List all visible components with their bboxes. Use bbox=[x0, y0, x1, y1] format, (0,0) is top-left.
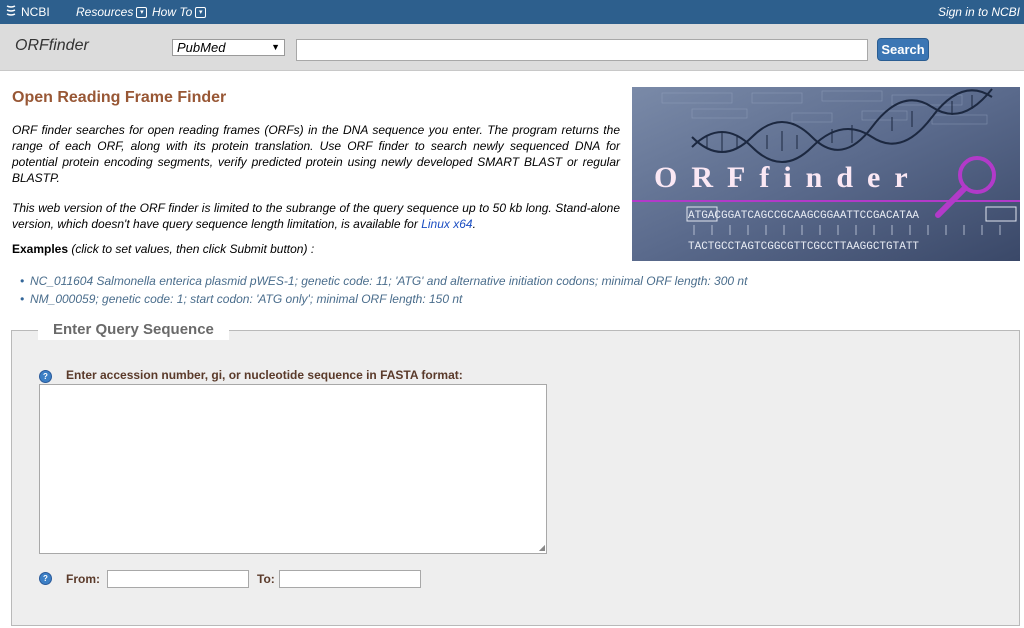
orffinder-banner: ORFfinder ATGACGGATCAGCCGCAAGCGGAATTCCGA… bbox=[632, 87, 1020, 261]
examples-hint: (click to set values, then click Submit … bbox=[68, 242, 315, 256]
sign-in-link[interactable]: Sign in to NCBI bbox=[938, 5, 1020, 19]
to-input[interactable] bbox=[279, 570, 421, 588]
examples-list: NC_011604 Salmonella enterica plasmid pW… bbox=[20, 272, 747, 308]
from-input[interactable] bbox=[107, 570, 249, 588]
sequence-textarea[interactable]: ◢ bbox=[39, 384, 547, 554]
page-title: Open Reading Frame Finder bbox=[12, 89, 227, 106]
banner-sequence-top: ATGACGGATCAGCCGCAAGCGGAATTCCGACATAA bbox=[688, 210, 919, 222]
examples-heading: Examples (click to set values, then clic… bbox=[12, 242, 314, 256]
intro-text: ORF finder searches for open reading fra… bbox=[12, 123, 620, 185]
list-item: NM_000059; genetic code: 1; start codon:… bbox=[20, 290, 747, 308]
chevron-down-icon: ▾ bbox=[195, 6, 207, 18]
select-arrow-icon: ▼ bbox=[271, 42, 280, 52]
howto-menu[interactable]: How To ▾ bbox=[152, 5, 207, 19]
banner-logo-text: ORFfinder bbox=[654, 161, 922, 194]
examples-label: Examples bbox=[12, 242, 69, 256]
query-legend: Enter Query Sequence bbox=[38, 320, 229, 340]
help-icon[interactable]: ? bbox=[39, 370, 52, 383]
banner-sequence-bottom: TACTGCCTAGTCGGCGTTCGCCTTAAGGCTGTATT bbox=[688, 241, 919, 253]
database-select[interactable]: PubMed ▼ bbox=[172, 39, 285, 56]
to-label: To: bbox=[257, 572, 275, 586]
ncbi-home-link[interactable]: NCBI bbox=[5, 4, 50, 19]
resources-label: Resources bbox=[76, 5, 134, 19]
ncbi-topbar: NCBI Resources ▾ How To ▾ Sign in to NCB… bbox=[0, 0, 1024, 24]
search-button[interactable]: Search bbox=[877, 38, 929, 61]
linux-download-link[interactable]: Linux x64 bbox=[421, 217, 472, 231]
ncbi-helix-icon bbox=[5, 4, 17, 19]
resize-grip-icon[interactable]: ◢ bbox=[539, 544, 545, 552]
search-bar: ORFfinder PubMed ▼ Search bbox=[0, 24, 1024, 71]
chevron-down-icon: ▾ bbox=[136, 6, 148, 18]
howto-label: How To bbox=[152, 5, 193, 19]
from-label: From: bbox=[66, 572, 100, 586]
limit-text: This web version of the ORF finder is li… bbox=[12, 200, 620, 232]
search-input[interactable] bbox=[296, 39, 868, 61]
database-select-value: PubMed bbox=[177, 40, 226, 55]
limit-text-end: . bbox=[472, 217, 476, 231]
sequence-label: Enter accession number, gi, or nucleotid… bbox=[66, 368, 463, 382]
list-item: NC_011604 Salmonella enterica plasmid pW… bbox=[20, 272, 747, 290]
help-icon[interactable]: ? bbox=[39, 572, 52, 585]
example-link-1[interactable]: NC_011604 Salmonella enterica plasmid pW… bbox=[30, 274, 747, 288]
resources-menu[interactable]: Resources ▾ bbox=[76, 5, 148, 19]
ncbi-logo-text: NCBI bbox=[21, 4, 50, 19]
limit-text-body: This web version of the ORF finder is li… bbox=[12, 201, 620, 231]
app-name[interactable]: ORFfinder bbox=[15, 37, 89, 55]
example-link-2[interactable]: NM_000059; genetic code: 1; start codon:… bbox=[30, 292, 462, 306]
